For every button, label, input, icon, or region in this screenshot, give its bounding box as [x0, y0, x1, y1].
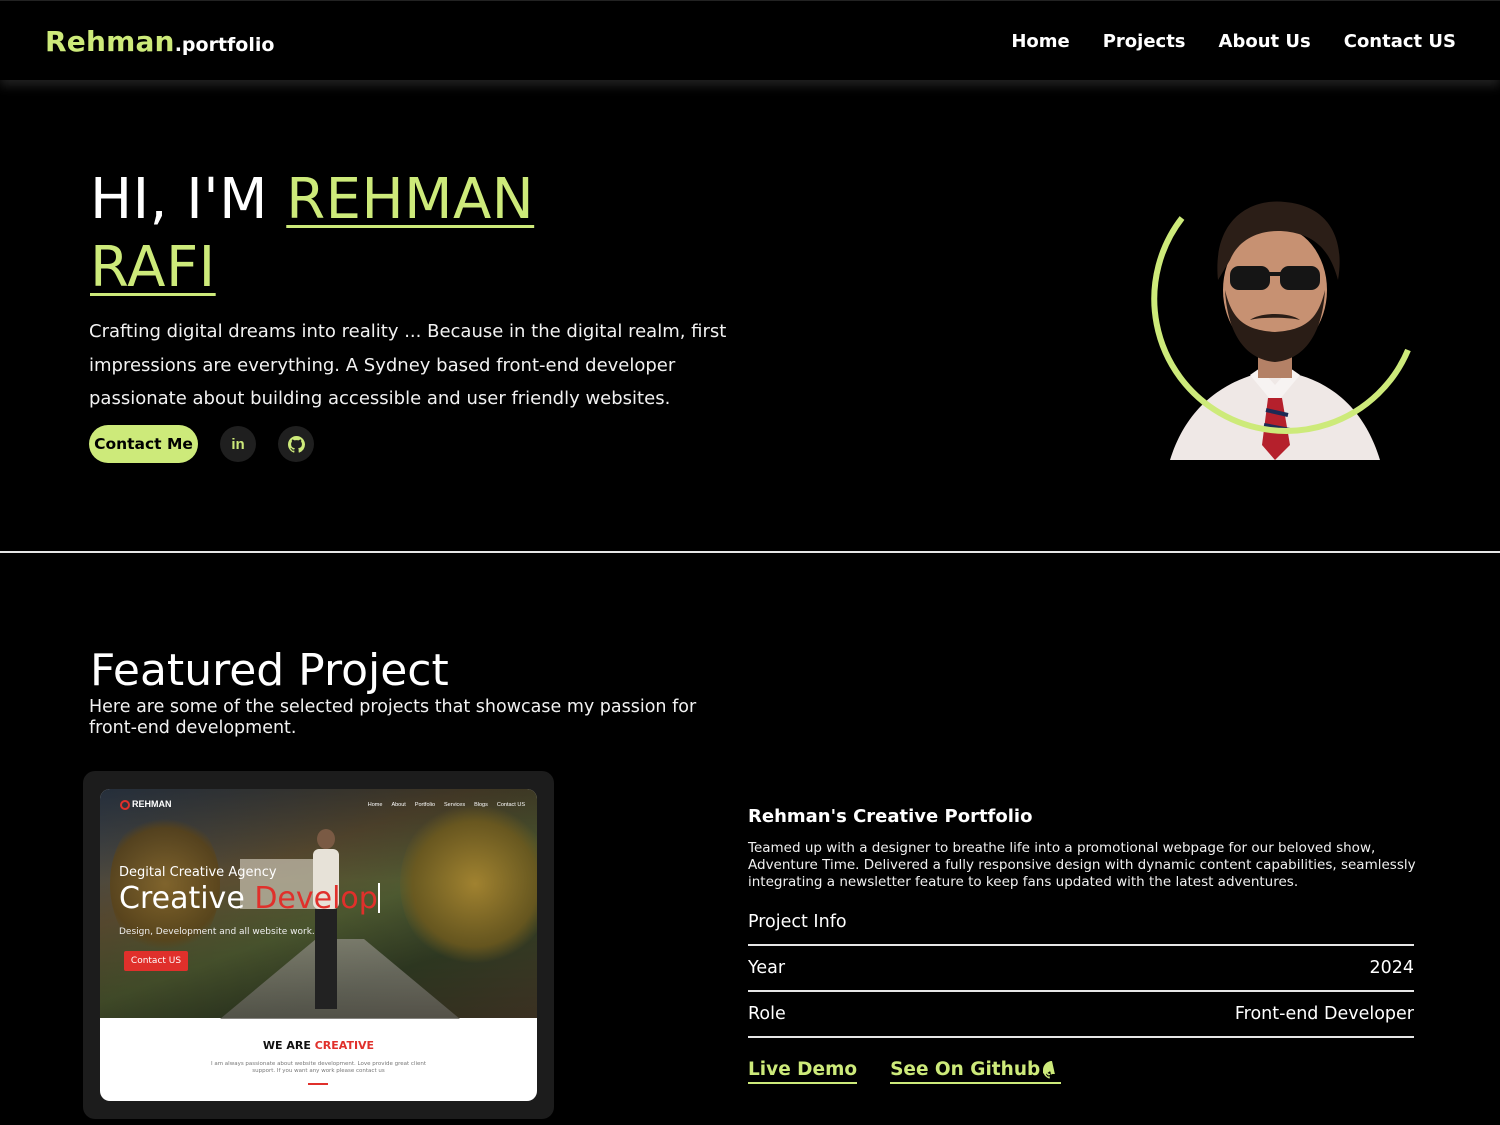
project-name: Rehman's Creative Portfolio	[748, 806, 1033, 827]
linkedin-icon: in	[231, 435, 245, 453]
top-navbar: Rehman.portfolio Home Projects About Us …	[0, 0, 1500, 80]
nav-contact-us[interactable]: Contact US	[1344, 31, 1456, 52]
role-label: Role	[748, 1004, 786, 1024]
preview-headline: Creative Develop	[119, 881, 380, 916]
github-icon	[1043, 1061, 1056, 1079]
preview-paragraph: I am always passionate about website dev…	[210, 1061, 427, 1074]
github-link[interactable]: See On Github	[890, 1059, 1062, 1084]
nav-home[interactable]: Home	[1011, 31, 1069, 52]
preview-kicker: Degital Creative Agency	[119, 865, 277, 880]
hero-actions: Contact Me in	[89, 425, 314, 463]
preview-contact-button: Contact US	[124, 951, 188, 971]
role-value: Front-end Developer	[1234, 1004, 1414, 1024]
nav-about-us[interactable]: About Us	[1219, 31, 1311, 52]
preview-logo: REHMAN	[120, 799, 172, 810]
info-rule	[748, 990, 1414, 992]
nav-projects[interactable]: Projects	[1103, 31, 1186, 52]
preview-nav: Home About Portfolio Services Blogs Cont…	[367, 802, 525, 808]
preview-person	[305, 829, 345, 1014]
bulb-icon	[120, 799, 130, 810]
hero-greeting: HI, I'M	[90, 167, 268, 232]
project-screenshot: REHMAN Home About Portfolio Services Blo…	[100, 789, 537, 1101]
project-preview-card[interactable]: REHMAN Home About Portfolio Services Blo…	[83, 771, 554, 1119]
year-value: 2024	[1369, 958, 1414, 978]
project-description: Teamed up with a designer to breathe lif…	[748, 840, 1416, 890]
github-icon	[287, 435, 305, 453]
preview-tagline: Design, Development and all website work…	[119, 927, 315, 937]
hero-description: Crafting digital dreams into reality ...…	[89, 321, 727, 409]
brand-suffix: .portfolio	[174, 34, 275, 56]
profile-avatar	[1143, 183, 1411, 460]
contact-me-button[interactable]: Contact Me	[89, 425, 198, 463]
info-rule	[748, 944, 1414, 946]
hero-title: HI, I'M REHMAN RAFI	[90, 166, 610, 302]
nav-links: Home Projects About Us Contact US	[1011, 31, 1456, 52]
preview-hero-image: REHMAN Home About Portfolio Services Blo…	[100, 789, 537, 1019]
live-demo-link[interactable]: Live Demo	[748, 1059, 858, 1084]
github-button[interactable]	[278, 426, 314, 462]
year-label: Year	[748, 958, 786, 978]
section-divider	[0, 551, 1500, 553]
project-info-label: Project Info	[748, 912, 847, 932]
info-rule	[748, 1036, 1414, 1038]
preview-underline	[308, 1083, 328, 1085]
linkedin-button[interactable]: in	[220, 426, 256, 462]
project-links: Live Demo See On Github	[748, 1059, 1062, 1084]
featured-title: Featured Project	[90, 645, 449, 696]
brand-logo[interactable]: Rehman.portfolio	[45, 25, 274, 58]
brand-name: Rehman	[45, 25, 175, 58]
preview-we-are: WE ARE CREATIVE	[262, 1039, 375, 1052]
featured-subtitle: Here are some of the selected projects t…	[89, 697, 697, 738]
